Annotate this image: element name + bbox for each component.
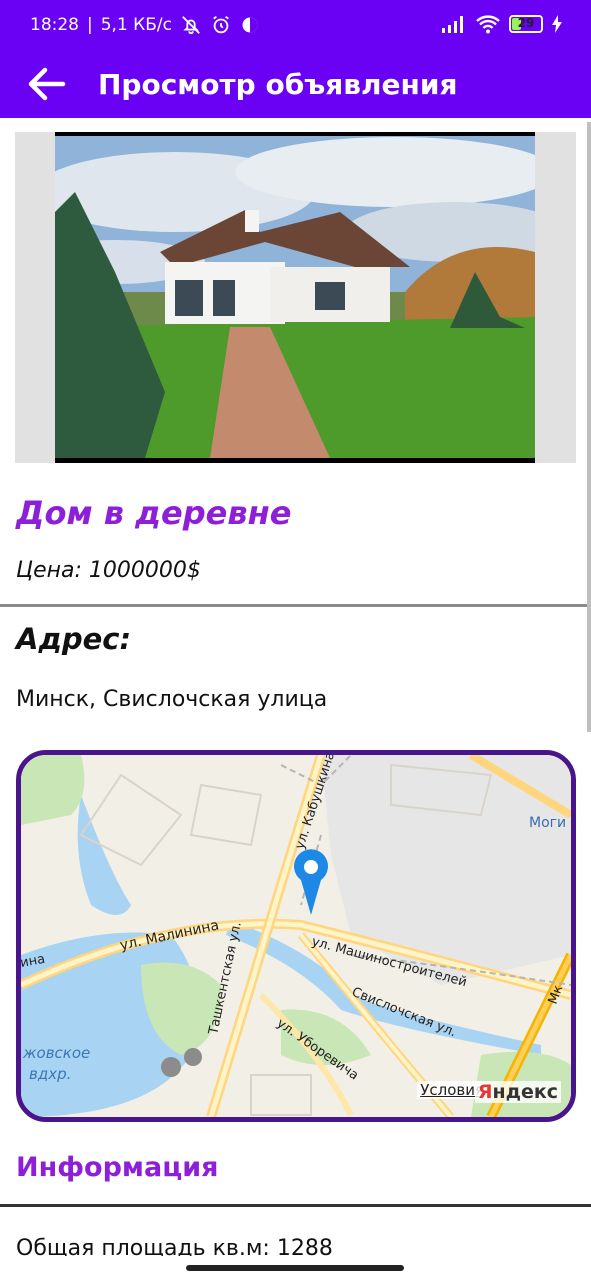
battery-percent: 29	[517, 16, 535, 30]
home-indicator[interactable]	[186, 1265, 404, 1271]
map-label-mogi: Моги	[529, 815, 566, 831]
bell-off-icon	[182, 16, 200, 35]
map-label-reservoir-1: жовское	[22, 1044, 90, 1062]
back-button[interactable]	[22, 60, 70, 108]
arrow-left-icon	[28, 67, 66, 101]
status-separator: |	[87, 15, 93, 35]
yandex-logo: Яндекс	[474, 1081, 561, 1103]
battery-icon: 29	[509, 15, 543, 33]
divider	[0, 1204, 591, 1207]
info-heading: Информация	[16, 1152, 219, 1183]
app-bar: Просмотр объявления	[0, 52, 591, 118]
divider	[0, 604, 591, 607]
listing-price: Цена: 1000000$	[16, 558, 201, 583]
address-value: Минск, Свислочская улица	[16, 687, 328, 712]
signal-icon	[442, 16, 463, 33]
address-heading: Адрес:	[16, 622, 132, 656]
status-time: 18:28	[30, 15, 79, 35]
charging-icon	[552, 15, 562, 33]
page-title: Просмотр объявления	[98, 68, 458, 101]
data-saver-icon	[242, 17, 258, 33]
map-canvas[interactable]: ул. Малинина ул. Кабушкина Ташкентская у…	[21, 755, 571, 1117]
status-right: 29	[441, 14, 563, 34]
scrollbar[interactable]	[587, 122, 591, 732]
wifi-icon	[476, 15, 500, 34]
listing-photo[interactable]	[55, 132, 535, 463]
status-left: 18:28 | 5,1 КБ/с	[30, 14, 260, 36]
alarm-icon	[213, 15, 229, 34]
listing-photo-frame	[15, 132, 576, 463]
network-speed: 5,1 КБ/с	[100, 15, 172, 35]
map-label-reservoir-2: вдхр.	[29, 1065, 71, 1083]
house-image	[55, 132, 535, 463]
status-bar: 18:28 | 5,1 КБ/с 29	[0, 0, 591, 52]
map-view[interactable]: ул. Малинина ул. Кабушкина Ташкентская у…	[16, 750, 576, 1122]
listing-title: Дом в деревне	[16, 494, 292, 532]
